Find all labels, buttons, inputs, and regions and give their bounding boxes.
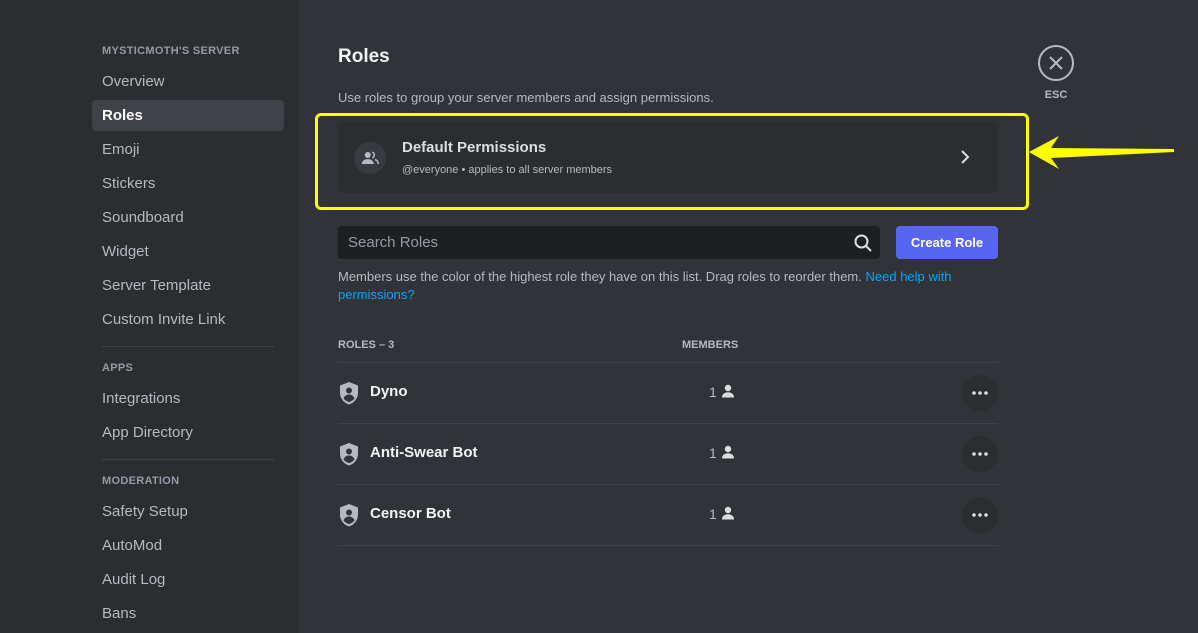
sidebar-item-bans[interactable]: Bans [92, 598, 284, 629]
table-row[interactable]: Dyno 1 [338, 362, 998, 423]
more-options-button[interactable] [962, 497, 998, 533]
person-icon [721, 384, 735, 403]
close-icon [1049, 56, 1063, 70]
members-icon [354, 142, 386, 174]
sidebar-item-custom-invite-link[interactable]: Custom Invite Link [92, 304, 284, 335]
close-button[interactable] [1038, 45, 1074, 81]
sidebar-item-safety-setup[interactable]: Safety Setup [92, 496, 284, 527]
person-icon [721, 445, 735, 464]
table-row[interactable]: Censor Bot 1 [338, 484, 998, 545]
help-description: Members use the color of the highest rol… [338, 269, 862, 284]
search-roles-input[interactable] [338, 226, 838, 259]
default-permissions-title: Default Permissions [402, 139, 547, 156]
more-icon [972, 452, 988, 456]
sidebar-item-overview[interactable]: Overview [92, 66, 284, 97]
role-name: Anti-Swear Bot [370, 444, 478, 461]
more-icon [972, 513, 988, 517]
person-icon [721, 506, 735, 525]
search-icon [854, 234, 872, 257]
create-role-button[interactable]: Create Role [896, 226, 998, 259]
default-permissions-card[interactable]: Default Permissions @everyone • applies … [338, 122, 998, 193]
sidebar-divider [102, 346, 274, 347]
page-description: Use roles to group your server members a… [338, 90, 714, 105]
member-count: 1 [709, 506, 717, 522]
sidebar-item-integrations[interactable]: Integrations [92, 383, 284, 414]
role-name: Dyno [370, 383, 408, 400]
chevron-right-icon [960, 149, 970, 170]
more-options-button[interactable] [962, 375, 998, 411]
roles-help-text: Members use the color of the highest rol… [338, 268, 998, 304]
roles-column-header: ROLES – 3 [338, 339, 395, 351]
sidebar-item-automod[interactable]: AutoMod [92, 530, 284, 561]
member-count: 1 [709, 445, 717, 461]
role-shield-icon [338, 442, 360, 471]
sidebar-item-widget[interactable]: Widget [92, 236, 284, 267]
sidebar-item-emoji[interactable]: Emoji [92, 134, 284, 165]
arrow-annotation-icon [1029, 136, 1175, 177]
table-row[interactable]: Anti-Swear Bot 1 [338, 423, 998, 484]
esc-label: ESC [1044, 89, 1068, 101]
sidebar-divider [102, 459, 274, 460]
apps-section-header: APPS [102, 362, 134, 374]
sidebar-item-roles[interactable]: Roles [92, 100, 284, 131]
moderation-section-header: MODERATION [102, 475, 180, 487]
members-column-header: MEMBERS [682, 339, 739, 351]
more-options-button[interactable] [962, 436, 998, 472]
sidebar-item-soundboard[interactable]: Soundboard [92, 202, 284, 233]
sidebar-item-app-directory[interactable]: App Directory [92, 417, 284, 448]
search-roles-box[interactable] [338, 226, 880, 259]
sidebar-item-server-template[interactable]: Server Template [92, 270, 284, 301]
settings-sidebar: MYSTICMOTH'S SERVER Overview Roles Emoji… [0, 0, 298, 633]
member-count: 1 [709, 384, 717, 400]
more-icon [972, 391, 988, 395]
server-section-header: MYSTICMOTH'S SERVER [102, 45, 240, 57]
roles-content: Roles Use roles to group your server mem… [298, 0, 1198, 633]
sidebar-item-stickers[interactable]: Stickers [92, 168, 284, 199]
close-settings[interactable]: ESC [1038, 45, 1074, 101]
page-title: Roles [338, 46, 390, 67]
role-name: Censor Bot [370, 505, 451, 522]
role-shield-icon [338, 503, 360, 532]
sidebar-item-audit-log[interactable]: Audit Log [92, 564, 284, 595]
role-shield-icon [338, 381, 360, 410]
table-divider [338, 545, 998, 546]
default-permissions-subtitle: @everyone • applies to all server member… [402, 164, 613, 176]
